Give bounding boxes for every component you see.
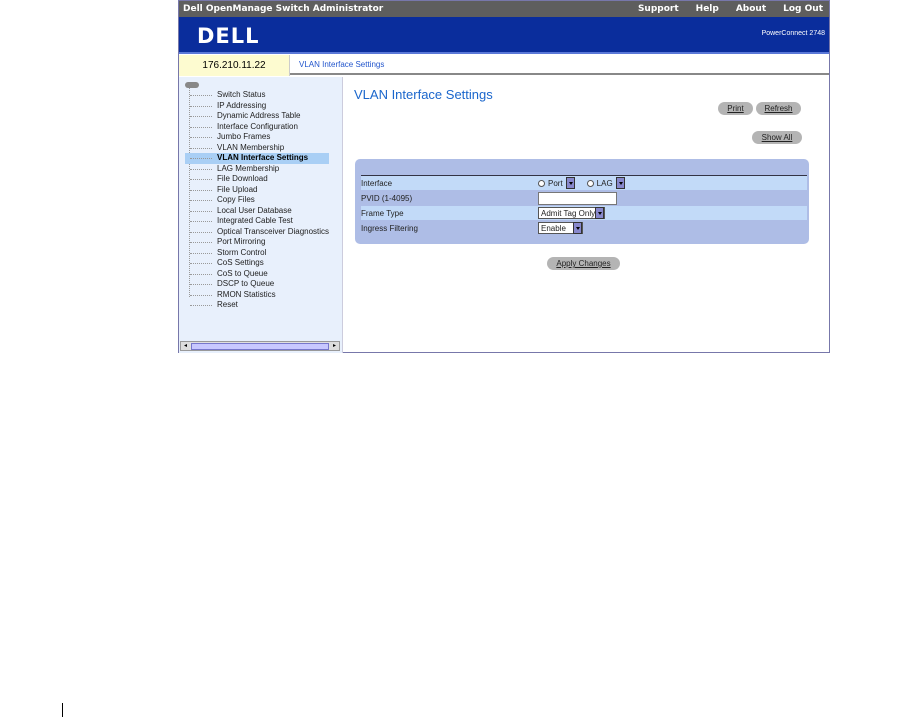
sidebar-item[interactable]: CoS to Queue bbox=[185, 269, 329, 280]
sidebar-item[interactable]: Optical Transceiver Diagnostics bbox=[185, 227, 329, 238]
ingress-select[interactable]: Enable bbox=[538, 222, 583, 234]
sidebar-item[interactable]: Dynamic Address Table bbox=[185, 111, 329, 122]
ingress-value: Enable bbox=[541, 223, 566, 233]
tree-root-icon[interactable] bbox=[185, 82, 199, 88]
pvid-label: PVID (1-4095) bbox=[361, 193, 413, 203]
show-all-button[interactable]: Show All bbox=[752, 131, 802, 144]
browser-frame: Dell OpenManage Switch Administrator Sup… bbox=[178, 0, 830, 353]
sidebar-item[interactable]: File Download bbox=[185, 174, 329, 185]
print-button[interactable]: Print bbox=[718, 102, 753, 115]
banner: DELL PowerConnect 2748 bbox=[179, 17, 829, 54]
support-link[interactable]: Support bbox=[638, 4, 679, 14]
sidebar-item[interactable]: File Upload bbox=[185, 185, 329, 196]
ip-address: 176.210.11.22 bbox=[179, 55, 290, 76]
sidebar-item[interactable]: LAG Membership bbox=[185, 164, 329, 175]
help-link[interactable]: Help bbox=[696, 4, 719, 14]
frame-type-label: Frame Type bbox=[361, 208, 404, 218]
port-label: Port bbox=[548, 178, 563, 188]
pvid-row: PVID (1-4095) bbox=[361, 191, 807, 205]
sidebar-item[interactable]: RMON Statistics bbox=[185, 290, 329, 301]
sidebar-item[interactable]: Interface Configuration bbox=[185, 122, 329, 133]
interface-row: Interface Port LAG bbox=[361, 176, 807, 190]
sidebar-item[interactable]: VLAN Interface Settings bbox=[185, 153, 330, 164]
sidebar-item[interactable]: Reset bbox=[185, 300, 329, 311]
sidebar-item[interactable]: VLAN Membership bbox=[185, 143, 329, 154]
ingress-row: Ingress Filtering Enable bbox=[361, 221, 807, 235]
settings-form: Interface Port LAG PVID (1-4095) Frame T… bbox=[355, 159, 809, 244]
ingress-label: Ingress Filtering bbox=[361, 223, 418, 233]
sidebar-item[interactable]: IP Addressing bbox=[185, 101, 329, 112]
sidebar-item[interactable]: CoS Settings bbox=[185, 258, 329, 269]
sidebar: Switch Status IP Addressing Dynamic Addres… bbox=[179, 77, 343, 353]
horizontal-scrollbar[interactable]: ◂ ▸ bbox=[180, 341, 340, 351]
scroll-thumb[interactable] bbox=[191, 343, 329, 350]
sidebar-item[interactable]: Port Mirroring bbox=[185, 237, 329, 248]
nav-tree: Switch Status IP Addressing Dynamic Addres… bbox=[185, 82, 330, 311]
title-bar: Dell OpenManage Switch Administrator Sup… bbox=[179, 1, 829, 17]
apply-changes-button[interactable]: Apply Changes bbox=[547, 257, 620, 270]
frame-type-select[interactable]: Admit Tag Only bbox=[538, 207, 606, 219]
frame-type-row: Frame Type Admit Tag Only bbox=[361, 206, 807, 220]
main-content: VLAN Interface Settings Print Refresh Sh… bbox=[344, 77, 830, 353]
chevron-down-icon bbox=[595, 207, 605, 219]
tab-row: 176.210.11.22 VLAN Interface Settings bbox=[179, 55, 829, 76]
chevron-down-icon bbox=[573, 222, 582, 234]
model-name: PowerConnect 2748 bbox=[761, 30, 825, 37]
frame-type-value: Admit Tag Only bbox=[541, 208, 596, 218]
pvid-input[interactable] bbox=[538, 191, 617, 205]
sidebar-item[interactable]: DSCP to Queue bbox=[185, 279, 329, 290]
sidebar-item[interactable]: Local User Database bbox=[185, 206, 329, 217]
sidebar-item[interactable]: Jumbo Frames bbox=[185, 132, 329, 143]
lag-radio[interactable] bbox=[586, 179, 594, 187]
port-radio[interactable] bbox=[538, 179, 545, 187]
page-margin-mark bbox=[62, 703, 63, 717]
scroll-left-icon[interactable]: ◂ bbox=[181, 342, 190, 350]
port-dropdown[interactable] bbox=[565, 177, 575, 189]
interface-label: Interface bbox=[361, 178, 393, 188]
page-title: VLAN Interface Settings bbox=[354, 87, 493, 102]
sidebar-item[interactable]: Switch Status bbox=[185, 90, 329, 101]
sidebar-item[interactable]: Storm Control bbox=[185, 248, 329, 259]
lag-dropdown[interactable] bbox=[615, 177, 625, 189]
dell-logo: DELL bbox=[197, 24, 260, 48]
breadcrumb: VLAN Interface Settings bbox=[299, 60, 385, 69]
lag-label: LAG bbox=[596, 178, 613, 188]
logout-link[interactable]: Log Out bbox=[783, 4, 823, 14]
refresh-button[interactable]: Refresh bbox=[756, 102, 801, 115]
scroll-right-icon[interactable]: ▸ bbox=[330, 342, 339, 350]
about-link[interactable]: About bbox=[736, 4, 766, 14]
app-title: Dell OpenManage Switch Administrator bbox=[183, 4, 384, 14]
sidebar-item[interactable]: Integrated Cable Test bbox=[185, 216, 329, 227]
sidebar-item[interactable]: Copy Files bbox=[185, 195, 329, 206]
